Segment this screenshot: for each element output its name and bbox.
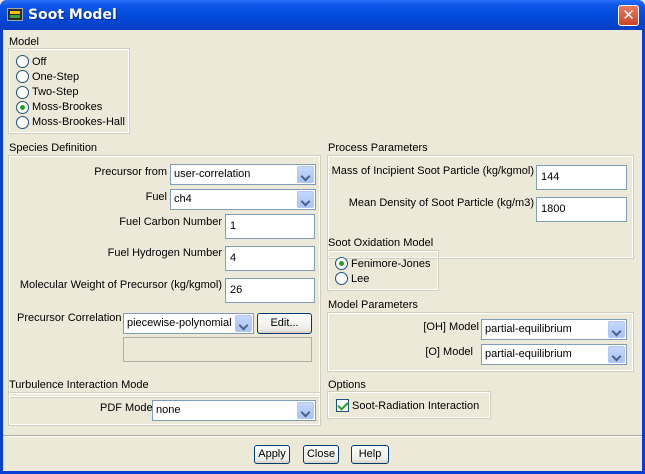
pdf-mode-value: none xyxy=(156,404,181,416)
correlation-text-field xyxy=(123,337,312,362)
model-group-label: Model xyxy=(9,36,39,48)
footer-separator xyxy=(3,435,642,437)
mass-incipient-field[interactable]: 144 xyxy=(536,165,627,190)
soot-radiation-checkbox[interactable] xyxy=(336,399,349,412)
edit-correlation-button[interactable]: Edit... xyxy=(257,313,312,334)
window-title: Soot Model xyxy=(28,7,117,23)
model-option-label: Moss-Brookes-Hall xyxy=(32,116,125,128)
options-group-label: Options xyxy=(328,379,366,391)
oh-model-dropdown[interactable]: partial-equilibrium xyxy=(481,319,627,340)
chevron-down-icon xyxy=(297,191,314,208)
dialog-body: Model Off One-Step Two-Step Moss-Brookes… xyxy=(3,30,642,471)
oh-model-value: partial-equilibrium xyxy=(485,323,572,335)
mean-density-field[interactable]: 1800 xyxy=(536,197,627,222)
soot-model-window: Soot Model ✕ Model Off One-Step Two-Step… xyxy=(0,0,645,474)
molecular-weight-label: Molecular Weight of Precursor (kg/kgmol) xyxy=(19,279,222,291)
model-radio-one-step[interactable] xyxy=(16,70,29,83)
soot-radiation-label: Soot-Radiation Interaction xyxy=(352,400,480,412)
mass-incipient-label: Mass of Incipient Soot Particle (kg/kgmo… xyxy=(331,165,534,177)
title-bar[interactable]: Soot Model ✕ xyxy=(0,0,645,30)
model-params-group-label: Model Parameters xyxy=(328,299,418,311)
model-radio-moss-brookes-hall[interactable] xyxy=(16,116,29,129)
chevron-down-icon xyxy=(608,346,625,363)
pdf-mode-label: PDF Mode xyxy=(100,402,153,414)
model-radio-off[interactable] xyxy=(16,55,29,68)
model-option-label: Off xyxy=(32,56,47,68)
oxidation-group xyxy=(327,250,439,291)
apply-button[interactable]: Apply xyxy=(254,445,290,464)
close-icon: ✕ xyxy=(622,6,635,24)
chevron-down-icon xyxy=(235,315,252,332)
fuel-hydrogen-field[interactable]: 4 xyxy=(225,246,315,271)
fuel-carbon-label: Fuel Carbon Number xyxy=(119,216,222,228)
precursor-from-dropdown[interactable]: user-correlation xyxy=(170,164,316,185)
close-button[interactable]: Close xyxy=(303,445,339,464)
species-group-label: Species Definition xyxy=(9,142,98,154)
precursor-from-value: user-correlation xyxy=(174,168,251,180)
app-icon xyxy=(7,8,23,21)
fuel-dropdown[interactable]: ch4 xyxy=(170,189,316,210)
model-option-label: Two-Step xyxy=(32,86,79,98)
process-group-label: Process Parameters xyxy=(328,142,428,154)
oh-model-label: [OH] Model xyxy=(423,321,479,333)
oxidation-group-label: Soot Oxidation Model xyxy=(328,237,434,249)
close-window-button[interactable]: ✕ xyxy=(618,5,639,26)
precursor-correlation-label: Precursor Correlation xyxy=(17,312,122,324)
fuel-label: Fuel xyxy=(145,191,167,203)
model-option-label: Moss-Brookes xyxy=(32,101,103,113)
precursor-correlation-value: piecewise-polynomial xyxy=(127,317,232,329)
chevron-down-icon xyxy=(297,402,314,419)
model-option-label: One-Step xyxy=(32,71,80,83)
mean-density-label: Mean Density of Soot Particle (kg/m3) xyxy=(348,197,534,209)
molecular-weight-field[interactable]: 26 xyxy=(225,278,315,303)
help-button[interactable]: Help xyxy=(351,445,389,464)
o-model-value: partial-equilibrium xyxy=(485,348,572,360)
oxidation-radio-lee[interactable] xyxy=(335,272,348,285)
o-model-label: [O] Model xyxy=(425,346,473,358)
chevron-down-icon xyxy=(297,166,314,183)
precursor-correlation-dropdown[interactable]: piecewise-polynomial xyxy=(123,313,254,334)
precursor-from-label: Precursor from xyxy=(94,166,167,178)
oxidation-radio-fenimore-jones[interactable] xyxy=(335,257,348,270)
o-model-dropdown[interactable]: partial-equilibrium xyxy=(481,344,627,365)
fuel-hydrogen-label: Fuel Hydrogen Number xyxy=(107,247,222,259)
oxidation-option-label: Lee xyxy=(351,273,370,285)
model-radio-moss-brookes[interactable] xyxy=(16,101,29,114)
model-radio-two-step[interactable] xyxy=(16,86,29,99)
turbulence-group-label: Turbulence Interaction Mode xyxy=(9,379,149,391)
fuel-carbon-field[interactable]: 1 xyxy=(225,214,315,239)
fuel-value: ch4 xyxy=(174,193,192,205)
pdf-mode-dropdown[interactable]: none xyxy=(152,400,316,421)
chevron-down-icon xyxy=(608,321,625,338)
oxidation-option-label: Fenimore-Jones xyxy=(351,258,431,270)
